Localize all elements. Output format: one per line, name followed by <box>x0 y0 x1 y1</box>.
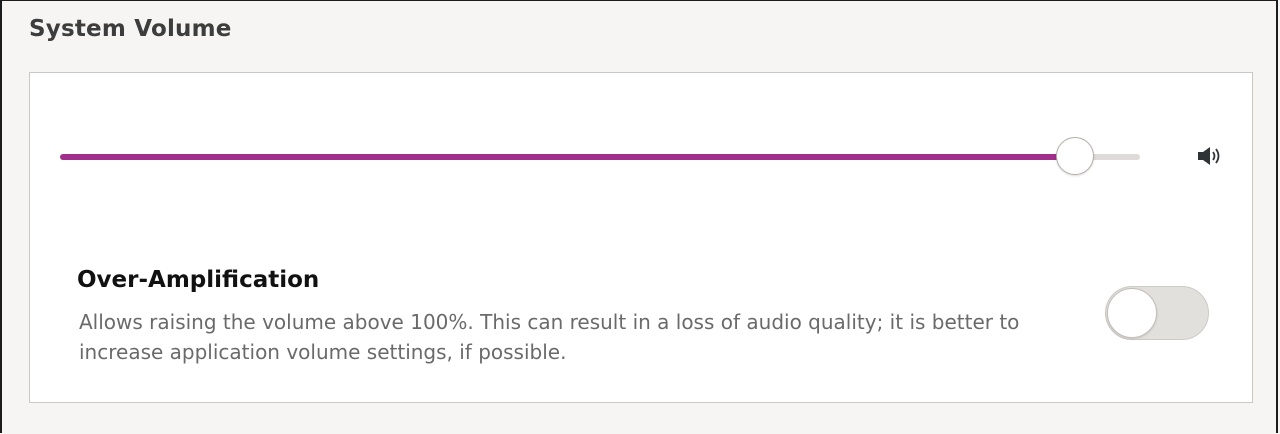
volume-slider-handle[interactable] <box>1056 137 1095 175</box>
over-amplification-toggle-knob[interactable] <box>1107 288 1157 338</box>
section-title: System Volume <box>29 16 232 42</box>
system-volume-panel: Over-Amplification Allows raising the vo… <box>29 72 1253 403</box>
volume-slider-fill <box>60 154 1076 160</box>
over-amplification-toggle[interactable] <box>1105 286 1209 340</box>
sound-settings-window: System Volume Over-Amplification Allows … <box>0 0 1278 433</box>
over-amplification-title: Over-Amplification <box>77 267 320 293</box>
over-amplification-description: Allows raising the volume above 100%. Th… <box>79 310 1020 364</box>
speaker-volume-icon <box>1196 144 1228 168</box>
volume-slider[interactable] <box>60 133 1140 181</box>
